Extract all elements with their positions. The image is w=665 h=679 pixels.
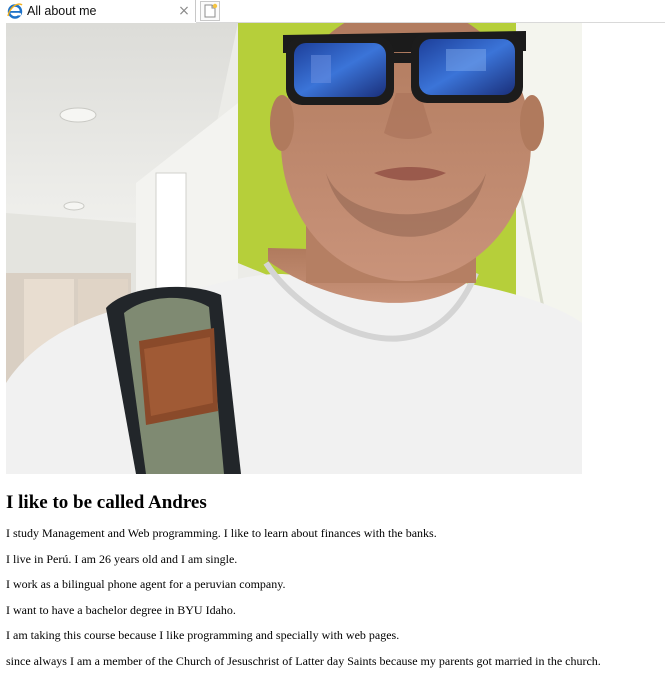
tab-close-icon[interactable]: × <box>176 2 192 20</box>
tab-title: All about me <box>27 4 97 18</box>
paragraph: I study Management and Web programming. … <box>6 526 437 540</box>
paragraph: I live in Perú. I am 26 years old and I … <box>6 551 238 566</box>
new-tab-icon <box>204 3 218 18</box>
paragraph: I want to have a bachelor degree in BYU … <box>6 602 236 617</box>
paragraph: since always I am a member of the Church… <box>6 653 601 668</box>
paragraph: I work as a bilingual phone agent for a … <box>6 577 286 592</box>
paragraph: I am taking this course because I like p… <box>6 628 400 643</box>
ie-logo-icon <box>7 3 23 19</box>
about-content: I like to be called Andres I study Manag… <box>6 491 656 679</box>
browser-tab-strip: All about me × <box>0 0 665 23</box>
selfie-photo <box>6 23 582 474</box>
page-heading: I like to be called Andres <box>6 492 207 513</box>
new-tab-button[interactable] <box>200 1 220 21</box>
browser-tab[interactable]: All about me × <box>0 0 196 22</box>
